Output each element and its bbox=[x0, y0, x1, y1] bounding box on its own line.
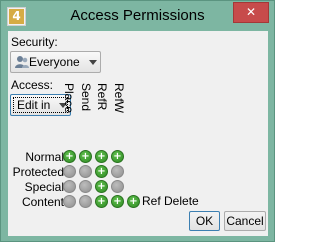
plus-icon: + bbox=[113, 151, 122, 162]
row-label-special: Special bbox=[24, 180, 64, 194]
plus-icon: + bbox=[97, 181, 106, 192]
plus-icon: + bbox=[65, 151, 74, 162]
permission-toggle-protected-refw[interactable] bbox=[111, 165, 124, 178]
ref-delete-label: Ref Delete bbox=[142, 194, 199, 208]
column-header-place: Place bbox=[62, 83, 76, 114]
permission-toggle-normal-place[interactable]: + bbox=[63, 150, 76, 163]
plus-icon: + bbox=[97, 196, 106, 207]
dialog-window: 4 Access Permissions ✕ Security: Everyon… bbox=[0, 0, 275, 242]
dialog-body: Security: Everyone Access: Edit in Place… bbox=[8, 31, 268, 236]
access-dropdown-value: Edit in bbox=[17, 98, 51, 112]
column-header-refr: RefR bbox=[95, 83, 109, 111]
person-icon bbox=[15, 56, 29, 68]
row-label-protected: Protected bbox=[12, 165, 64, 179]
row-label-content: Content bbox=[21, 195, 64, 209]
ok-button[interactable]: OK bbox=[189, 211, 220, 231]
plus-icon: + bbox=[81, 151, 90, 162]
permission-toggle-normal-refw[interactable]: + bbox=[111, 150, 124, 163]
permission-toggle-protected-send[interactable] bbox=[79, 165, 92, 178]
title-bar[interactable]: 4 Access Permissions ✕ bbox=[1, 1, 274, 31]
permission-toggle-protected-place[interactable] bbox=[63, 165, 76, 178]
row-label-normal: Normal bbox=[25, 150, 64, 164]
cancel-button[interactable]: Cancel bbox=[224, 211, 266, 231]
permission-toggle-special-refr[interactable]: + bbox=[95, 180, 108, 193]
permission-toggle-special-place[interactable] bbox=[63, 180, 76, 193]
permission-toggle-content-send[interactable] bbox=[79, 195, 92, 208]
permission-toggle-content-refw[interactable]: + bbox=[111, 195, 124, 208]
security-dropdown[interactable]: Everyone bbox=[10, 51, 101, 73]
permission-toggle-content-refr[interactable]: + bbox=[95, 195, 108, 208]
plus-icon: + bbox=[97, 166, 106, 177]
plus-icon: + bbox=[113, 196, 122, 207]
permission-toggle-normal-refr[interactable]: + bbox=[95, 150, 108, 163]
close-button[interactable]: ✕ bbox=[233, 2, 269, 23]
chevron-down-icon bbox=[89, 60, 97, 65]
permission-toggle-content-place[interactable] bbox=[63, 195, 76, 208]
permission-toggle-ref-delete[interactable]: + bbox=[127, 195, 140, 208]
permission-toggle-protected-refr[interactable]: + bbox=[95, 165, 108, 178]
security-dropdown-value: Everyone bbox=[29, 55, 80, 69]
column-header-send: Send bbox=[79, 83, 93, 112]
plus-icon: + bbox=[97, 151, 106, 162]
access-label: Access: bbox=[11, 78, 54, 92]
security-label: Security: bbox=[11, 35, 58, 49]
permission-toggle-special-send[interactable] bbox=[79, 180, 92, 193]
permission-toggle-normal-send[interactable]: + bbox=[79, 150, 92, 163]
column-header-refw: RefW bbox=[112, 83, 126, 113]
permission-toggle-special-refw[interactable] bbox=[111, 180, 124, 193]
